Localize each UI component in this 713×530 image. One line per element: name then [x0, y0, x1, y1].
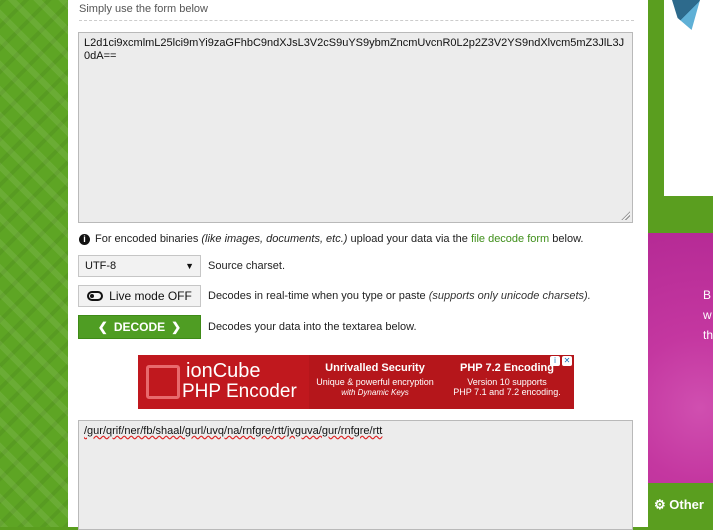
decode-button[interactable]: ❮ DECODE ❯: [78, 315, 201, 339]
ad-close-icon[interactable]: ✕: [562, 356, 572, 366]
live-mode-label: Live mode OFF: [109, 289, 192, 303]
ad-column-security: Unrivalled Security Unique & powerful en…: [309, 355, 441, 409]
file-decode-form-link[interactable]: file decode form: [471, 233, 549, 245]
right-sidebar-card: [664, 0, 713, 196]
divider: [79, 20, 634, 21]
chevron-left-icon: ❮: [97, 320, 108, 334]
decoded-output-textarea[interactable]: /gur/qrif/ner/fb/shaal/gurl/uvq/na/rnfgr…: [78, 420, 633, 530]
charset-select[interactable]: UTF-8 ▼: [78, 255, 201, 277]
live-mode-row: Live mode OFF Decodes in real-time when …: [78, 285, 591, 307]
ad-brand-block: ionCube PHP Encoder: [138, 355, 309, 409]
live-mode-note: (supports only unicode charsets).: [428, 290, 591, 302]
encoded-input-textarea[interactable]: L2d1ci9xcmlmL25lci9mYi9zaGFhbC9ndXJsL3V2…: [78, 32, 633, 223]
ad-brand-line2: PHP Encoder: [182, 381, 297, 402]
ioncube-logo-icon: [146, 365, 180, 399]
info-text-italic: (like images, documents, etc.): [201, 233, 348, 245]
ad-col2-line1: Version 10 supports: [467, 377, 547, 387]
decoded-output-text: /gur/qrif/ner/fb/shaal/gurl/uvq/na/rnfgr…: [84, 425, 383, 437]
ioncube-ad-banner[interactable]: ionCube PHP Encoder Unrivalled Security …: [138, 355, 574, 409]
charset-row: UTF-8 ▼ Source charset.: [78, 255, 285, 277]
sidebar-ad-line: th: [703, 328, 713, 342]
decode-description: Decodes your data into the textarea belo…: [208, 321, 417, 333]
sidebar-ad-line: B: [703, 288, 712, 302]
info-text-prefix: For encoded binaries: [95, 233, 199, 245]
left-decorative-pattern: [0, 0, 68, 527]
decode-row: ❮ DECODE ❯ Decodes your data into the te…: [78, 315, 417, 339]
ad-col1-line1: Unique & powerful encryption: [316, 377, 434, 387]
encoded-input-text: L2d1ci9xcmlmL25lci9mYi9zaGFhbC9ndXJsL3V2…: [84, 37, 625, 62]
gear-icon: ⚙: [654, 497, 666, 512]
ad-brand-line1: ionCube: [186, 360, 261, 382]
decode-button-label: DECODE: [113, 320, 166, 334]
live-mode-desc-text: Decodes in real-time when you type or pa…: [208, 290, 426, 302]
ad-info-icon[interactable]: i: [550, 356, 560, 366]
form-hint: Simply use the form below: [79, 3, 208, 15]
sidebar-other-heading[interactable]: ⚙ Other: [648, 490, 713, 527]
chevron-right-icon: ❯: [171, 320, 182, 334]
info-icon: i: [79, 233, 90, 245]
sidebar-ad-line: w: [703, 308, 712, 322]
toggle-icon: [87, 291, 104, 301]
binary-info-line: i For encoded binaries (like images, doc…: [79, 233, 583, 245]
live-mode-description: Decodes in real-time when you type or pa…: [208, 290, 591, 302]
ad-controls: i ✕: [550, 356, 572, 366]
info-text-suffix: below.: [552, 233, 584, 245]
ad-col2-line2: PHP 7.1 and 7.2 encoding.: [453, 387, 561, 397]
charset-label: Source charset.: [208, 260, 286, 272]
live-mode-toggle-button[interactable]: Live mode OFF: [78, 285, 201, 307]
charset-selected-value: UTF-8: [85, 260, 117, 272]
ad-col1-title: Unrivalled Security: [325, 362, 425, 374]
ad-col1-line2: with Dynamic Keys: [341, 388, 409, 397]
resize-handle-icon[interactable]: [621, 211, 630, 220]
decode-form-panel: Simply use the form below L2d1ci9xcmlmL2…: [68, 0, 648, 530]
sidebar-other-label: Other: [669, 497, 704, 512]
chevron-down-icon: ▼: [185, 261, 194, 271]
info-text-middle: upload your data via the: [350, 233, 468, 245]
sidebar-ad[interactable]: B w th: [648, 233, 713, 483]
